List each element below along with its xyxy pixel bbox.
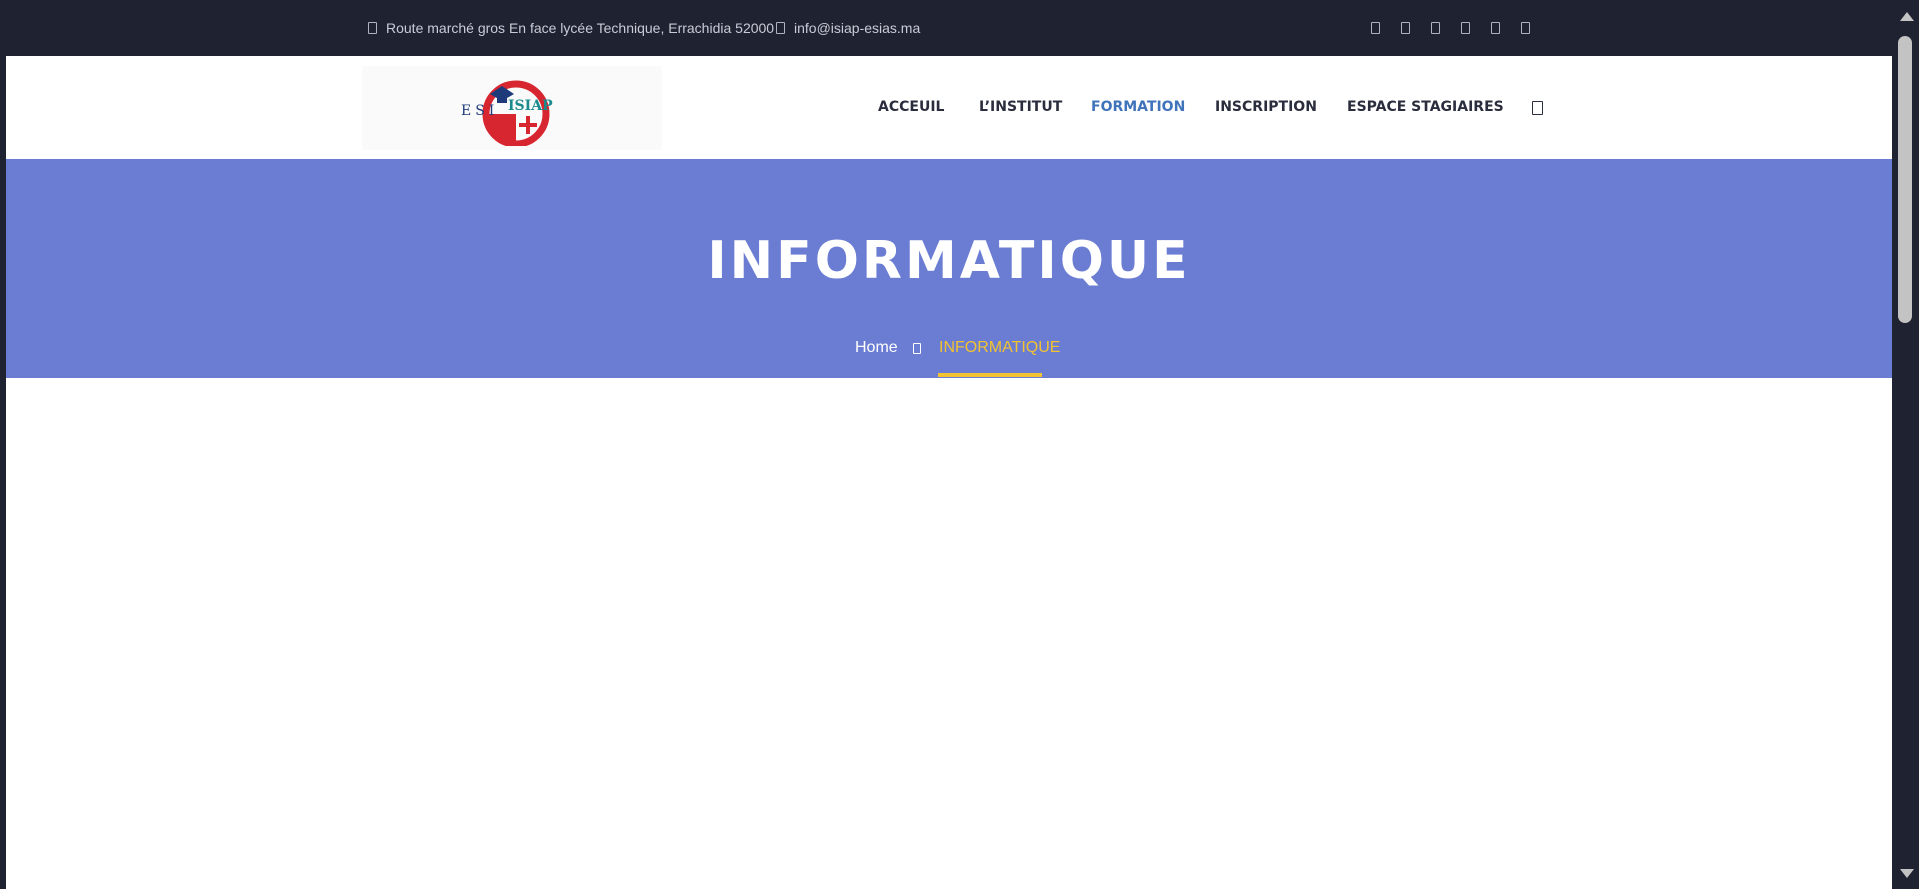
vertical-scrollbar[interactable] — [1892, 0, 1919, 889]
site-header: ESI ISIAP ACCEUIL L’INSTITUT FORMATION I… — [6, 56, 1892, 159]
envelope-icon — [776, 22, 785, 34]
page-title: INFORMATIQUE — [707, 231, 1191, 291]
breadcrumb-home-link[interactable]: Home — [855, 339, 898, 357]
breadcrumb: Home INFORMATIQUE — [6, 339, 1892, 367]
breadcrumb-active-underline — [938, 373, 1042, 377]
facebook-icon[interactable] — [1371, 22, 1380, 34]
logo-mark: ESI ISIAP — [461, 80, 553, 146]
scroll-down-arrow-icon[interactable] — [1900, 869, 1914, 878]
search-icon[interactable] — [1532, 101, 1543, 115]
nav-item-inscription[interactable]: INSCRIPTION — [1215, 99, 1317, 115]
nav-item-espace-stagiaires[interactable]: ESPACE STAGIAIRES — [1347, 99, 1504, 115]
twitter-icon[interactable] — [1401, 22, 1410, 34]
svg-text:ESI: ESI — [461, 103, 498, 119]
site-logo[interactable]: ESI ISIAP — [362, 66, 662, 150]
address-text: Route marché gros En face lycée Techniqu… — [386, 20, 775, 36]
chevron-right-icon — [913, 343, 921, 354]
address-info: Route marché gros En face lycée Techniqu… — [368, 0, 774, 56]
whatsapp-icon[interactable] — [1521, 22, 1530, 34]
nav-item-institut[interactable]: L’INSTITUT — [979, 99, 1062, 115]
page-banner: INFORMATIQUE Home INFORMATIQUE — [6, 159, 1892, 378]
email-info[interactable]: info@isiap-esias.ma — [776, 0, 920, 56]
instagram-icon[interactable] — [1431, 22, 1440, 34]
scroll-up-arrow-icon[interactable] — [1900, 12, 1914, 21]
linkedin-icon[interactable] — [1461, 22, 1470, 34]
web-page: Route marché gros En face lycée Techniqu… — [6, 0, 1892, 889]
breadcrumb-current: INFORMATIQUE — [939, 339, 1061, 356]
nav-item-formation[interactable]: FORMATION — [1091, 99, 1185, 115]
scrollbar-thumb[interactable] — [1898, 36, 1912, 323]
nav-item-acceuil[interactable]: ACCEUIL — [878, 99, 944, 115]
top-info-bar: Route marché gros En face lycée Techniqu… — [6, 0, 1892, 56]
svg-text:ISIAP: ISIAP — [508, 98, 553, 114]
youtube-icon[interactable] — [1491, 22, 1500, 34]
social-links — [1371, 0, 1551, 56]
map-marker-icon — [368, 22, 377, 34]
email-link[interactable]: info@isiap-esias.ma — [794, 20, 920, 36]
